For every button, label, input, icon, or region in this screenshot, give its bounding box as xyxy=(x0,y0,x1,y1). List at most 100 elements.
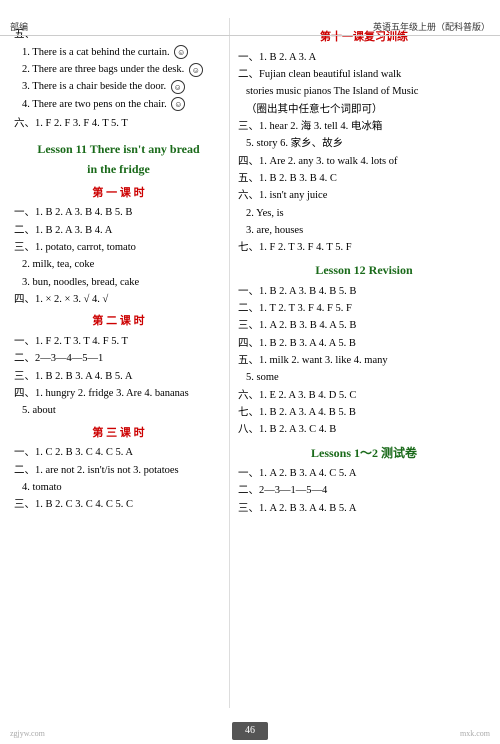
list-item: 5. some xyxy=(238,369,490,386)
lesson11-title-line1: Lesson 11 There isn't any bread xyxy=(14,139,223,159)
lessons-test-title: Lessons 1～2 测试卷 xyxy=(238,443,490,463)
list-item: 4. tomato xyxy=(14,479,223,496)
lesson12-title: Lesson 12 Revision xyxy=(238,260,490,280)
list-item: 二、2—3—1—5—4 xyxy=(238,482,490,499)
list-item: 七、1. F 2. T 3. F 4. T 5. F xyxy=(238,239,490,256)
label: 四、 xyxy=(14,294,35,305)
left-column: 五、 1. There is a cat behind the curtain.… xyxy=(0,18,230,708)
label: 二、 xyxy=(14,465,35,476)
label: 四、 xyxy=(238,338,259,349)
list-item: 2. milk, tea, coke xyxy=(14,256,223,273)
smiley-icon: ☺ xyxy=(174,45,188,59)
list-item: 四、1. hungry 2. fridge 3. Are 4. bananas xyxy=(14,385,223,402)
label: 三、 xyxy=(14,499,35,510)
list-item: 四、1. B 2. B 3. A 4. A 5. B xyxy=(238,335,490,352)
label: 一、 xyxy=(14,336,35,347)
section-five-items: 1. There is a cat behind the curtain. ☺ … xyxy=(14,44,223,113)
list-item: 一、1. B 2. A 3. A xyxy=(238,49,490,66)
lesson11-title-line2: in the fridge xyxy=(14,159,223,179)
list-item: 六、1. isn't any juice xyxy=(238,187,490,204)
page-number: 46 xyxy=(232,722,268,740)
smiley-icon: ☺ xyxy=(189,63,203,77)
label: 六、 xyxy=(238,190,259,201)
section-six-label: 六、 xyxy=(14,118,35,129)
header-bar: 部编 英语五年级上册（配科普版） xyxy=(0,18,500,36)
label: 二、 xyxy=(238,485,259,496)
list-item: 2. Yes, is xyxy=(238,205,490,222)
list-item: 5. about xyxy=(14,402,223,419)
label: 七、 xyxy=(238,407,259,418)
list-item: 4. There are two pens on the chair. ☺ xyxy=(22,96,223,113)
list-item: 六、1. E 2. A 3. B 4. D 5. C xyxy=(238,387,490,404)
label: 三、 xyxy=(238,121,259,132)
label: 三、 xyxy=(238,320,259,331)
list-item: 二、1. are not 2. isn't/is not 3. potatoes xyxy=(14,462,223,479)
period3-content: 一、1. C 2. B 3. C 4. C 5. A 二、1. are not … xyxy=(14,444,223,513)
list-item: 三、1. A 2. B 3. A 4. B 5. A xyxy=(238,500,490,517)
content-area: 五、 1. There is a cat behind the curtain.… xyxy=(0,18,500,708)
label: 五、 xyxy=(238,355,259,366)
label: 八、 xyxy=(238,424,259,435)
list-item: 3. There is a chair beside the door. ☺ xyxy=(22,78,223,95)
list-item: 七、1. B 2. A 3. A 4. B 5. B xyxy=(238,404,490,421)
label: 三、 xyxy=(14,371,35,382)
list-item: 5. story 6. 家乡、故乡 xyxy=(238,135,490,152)
label: 一、 xyxy=(238,286,259,297)
list-item: （圈出其中任意七个词即可） xyxy=(238,101,490,118)
header-left: 部编 xyxy=(10,20,28,33)
section-six-content: 1. F 2. F 3. F 4. T 5. T xyxy=(35,118,128,129)
period2-title: 第 二 课 时 xyxy=(14,312,223,331)
list-item: 五、1. milk 2. want 3. like 4. many xyxy=(238,352,490,369)
label: 七、 xyxy=(238,242,259,253)
lesson11-title-block: Lesson 11 There isn't any bread in the f… xyxy=(14,139,223,180)
list-item: 三、1. potato, carrot, tomato xyxy=(14,239,223,256)
label: 一、 xyxy=(238,468,259,479)
list-item: 3. bun, noodles, bread, cake xyxy=(14,274,223,291)
header-right: 英语五年级上册（配科普版） xyxy=(373,20,490,33)
label: 一、 xyxy=(14,207,35,218)
list-item: 3. are, houses xyxy=(238,222,490,239)
section-five: 五、 1. There is a cat behind the curtain.… xyxy=(14,26,223,113)
list-item: 四、1. Are 2. any 3. to walk 4. lots of xyxy=(238,153,490,170)
list-item: 三、1. B 2. B 3. A 4. B 5. A xyxy=(14,368,223,385)
list-item: 2. There are three bags under the desk. … xyxy=(22,61,223,78)
label: 三、 xyxy=(14,242,35,253)
label: 一、 xyxy=(238,52,259,63)
label: 二、 xyxy=(238,303,259,314)
list-item: 三、1. B 2. C 3. C 4. C 5. C xyxy=(14,496,223,513)
list-item: 二、Fujian clean beautiful island walk xyxy=(238,66,490,83)
right-column: 第十一课复习训练 一、1. B 2. A 3. A 二、Fujian clean… xyxy=(230,18,500,708)
label: 二、 xyxy=(238,69,259,80)
label: 四、 xyxy=(238,156,259,167)
list-item: 一、1. B 2. A 3. B 4. B 5. B xyxy=(14,204,223,221)
label: 五、 xyxy=(238,173,259,184)
label: 四、 xyxy=(14,388,35,399)
label: 一、 xyxy=(14,447,35,458)
label: 三、 xyxy=(238,503,259,514)
list-item: 一、1. C 2. B 3. C 4. C 5. A xyxy=(14,444,223,461)
section-six: 六、1. F 2. F 3. F 4. T 5. T xyxy=(14,115,223,133)
period2-content: 一、1. F 2. T 3. T 4. F 5. T 二、2—3—4—5—1 三… xyxy=(14,333,223,420)
smiley-icon: ☺ xyxy=(171,80,185,94)
period1-content: 一、1. B 2. A 3. B 4. B 5. B 二、1. B 2. A 3… xyxy=(14,204,223,308)
list-item: 一、1. B 2. A 3. B 4. B 5. B xyxy=(238,283,490,300)
list-item: 二、1. B 2. A 3. B 4. A xyxy=(14,222,223,239)
list-item: 一、1. F 2. T 3. T 4. F 5. T xyxy=(14,333,223,350)
list-item: 二、2—3—4—5—1 xyxy=(14,350,223,367)
period3-title: 第 三 课 时 xyxy=(14,424,223,443)
list-item: 三、1. A 2. B 3. B 4. A 5. B xyxy=(238,317,490,334)
list-item: 1. There is a cat behind the curtain. ☺ xyxy=(22,44,223,61)
period1-title: 第 一 课 时 xyxy=(14,184,223,203)
list-item: stories music pianos The Island of Music xyxy=(238,83,490,100)
list-item: 三、1. hear 2. 海 3. tell 4. 电冰箱 xyxy=(238,118,490,135)
label: 二、 xyxy=(14,225,35,236)
list-item: 四、1. × 2. × 3. √ 4. √ xyxy=(14,291,223,308)
list-item: 八、1. B 2. A 3. C 4. B xyxy=(238,421,490,438)
list-item: 五、1. B 2. B 3. B 4. C xyxy=(238,170,490,187)
label: 二、 xyxy=(14,353,35,364)
watermark-right: mxk.com xyxy=(460,729,490,738)
list-item: 二、1. T 2. T 3. F 4. F 5. F xyxy=(238,300,490,317)
list-item: 一、1. A 2. B 3. A 4. C 5. A xyxy=(238,465,490,482)
label: 六、 xyxy=(238,390,259,401)
smiley-icon: ☺ xyxy=(171,97,185,111)
